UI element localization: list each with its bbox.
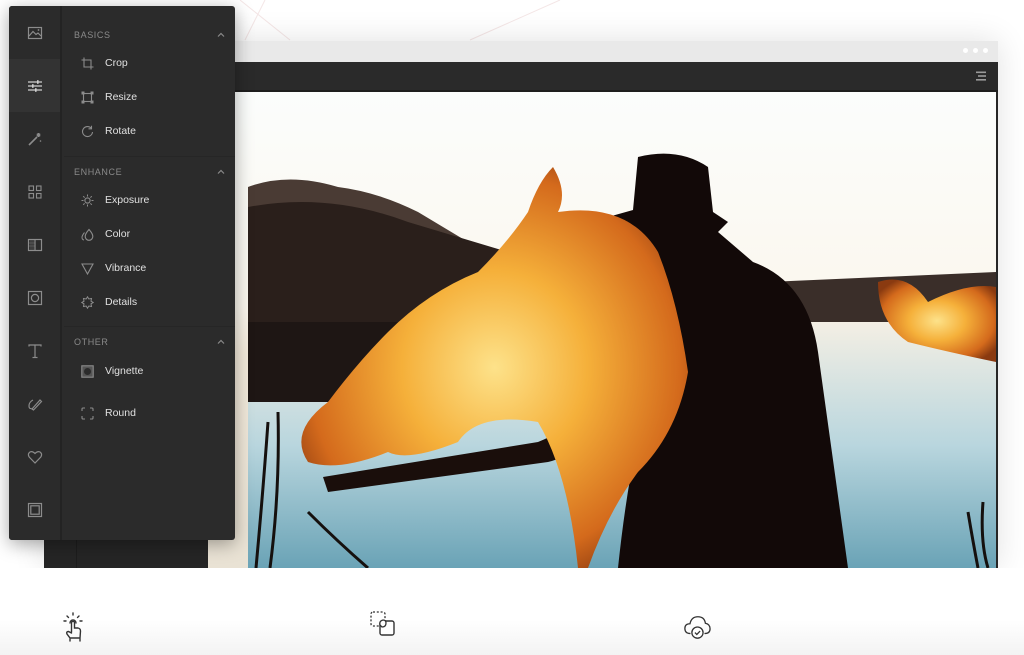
tap-hand-icon xyxy=(63,612,83,642)
menu-item-label: Round xyxy=(105,407,136,419)
magic-wand-icon xyxy=(27,132,41,146)
tools-panel: BASICS Crop Resize Rotate ENHANCE Exposu… xyxy=(9,6,235,540)
menu-item-vibrance[interactable]: Vibrance xyxy=(64,254,235,284)
overlay-icon xyxy=(27,238,42,251)
features-section xyxy=(0,568,1024,655)
section-title: ENHANCE xyxy=(74,167,123,177)
window-dot[interactable] xyxy=(963,48,968,53)
rail-item-stickers[interactable] xyxy=(9,430,60,483)
camera-frame-icon xyxy=(27,290,42,305)
menu-item-resize[interactable]: Resize xyxy=(64,83,235,113)
section-divider xyxy=(64,326,235,327)
sun-icon xyxy=(81,194,94,207)
window-dot[interactable] xyxy=(973,48,978,53)
adjust-menu: BASICS Crop Resize Rotate ENHANCE Exposu… xyxy=(64,6,235,540)
heart-icon xyxy=(27,450,42,464)
menu-item-label: Crop xyxy=(105,57,128,69)
sliders-icon xyxy=(27,79,42,92)
round-corners-icon xyxy=(81,407,94,420)
window-controls[interactable] xyxy=(963,48,988,53)
menu-item-label: Vibrance xyxy=(105,262,147,274)
rail-item-image[interactable] xyxy=(9,6,60,59)
rail-item-frame[interactable] xyxy=(9,271,60,324)
rail-item-overlay[interactable] xyxy=(9,218,60,271)
section-title: OTHER xyxy=(74,337,109,347)
menu-item-details[interactable]: Details xyxy=(64,288,235,318)
menu-item-label: Rotate xyxy=(105,125,136,137)
text-icon xyxy=(27,343,42,358)
rotate-icon xyxy=(81,125,94,138)
menu-item-rotate[interactable]: Rotate xyxy=(64,117,235,147)
tool-rail xyxy=(9,6,62,540)
window-dot[interactable] xyxy=(983,48,988,53)
section-title: BASICS xyxy=(74,30,111,40)
drops-icon xyxy=(81,228,94,241)
rail-item-grid[interactable] xyxy=(9,165,60,218)
menu-item-label: Details xyxy=(105,296,138,308)
rail-item-magic[interactable] xyxy=(9,112,60,165)
menu-item-label: Color xyxy=(105,228,131,240)
border-icon xyxy=(27,502,42,517)
menu-item-round[interactable]: Round xyxy=(64,399,235,429)
menu-item-exposure[interactable]: Exposure xyxy=(64,186,235,216)
pencil-icon xyxy=(27,398,42,411)
cloud-check-icon xyxy=(684,616,711,639)
menu-item-label: Exposure xyxy=(105,194,150,206)
drag-drop-icon xyxy=(370,611,395,636)
hamburger-menu-icon[interactable] xyxy=(975,70,987,82)
chevron-up-icon[interactable] xyxy=(217,31,225,39)
triangle-icon xyxy=(81,263,94,275)
image-icon xyxy=(27,26,42,39)
edited-photo xyxy=(208,92,996,568)
chevron-up-icon[interactable] xyxy=(217,168,225,176)
photo-canvas[interactable] xyxy=(208,92,996,568)
grid-icon xyxy=(27,184,42,199)
section-header-other[interactable]: OTHER xyxy=(64,333,235,353)
menu-item-label: Vignette xyxy=(105,365,144,377)
section-header-enhance[interactable]: ENHANCE xyxy=(64,163,235,183)
section-header-basics[interactable]: BASICS xyxy=(64,26,235,46)
gear-sun-icon xyxy=(81,296,94,309)
resize-icon xyxy=(81,91,94,104)
rail-item-text[interactable] xyxy=(9,324,60,377)
rail-item-border[interactable] xyxy=(9,483,60,536)
rail-item-draw[interactable] xyxy=(9,377,60,430)
vignette-icon xyxy=(81,365,94,378)
menu-item-color[interactable]: Color xyxy=(64,220,235,250)
chevron-up-icon[interactable] xyxy=(217,338,225,346)
menu-item-label: Resize xyxy=(105,91,138,103)
menu-item-vignette[interactable]: Vignette xyxy=(64,357,235,387)
menu-item-crop[interactable]: Crop xyxy=(64,49,235,79)
rail-item-adjust[interactable] xyxy=(9,59,60,112)
page: BASICS Crop Resize Rotate ENHANCE Exposu… xyxy=(0,0,1024,655)
crop-icon xyxy=(81,57,94,70)
section-divider xyxy=(64,156,235,157)
